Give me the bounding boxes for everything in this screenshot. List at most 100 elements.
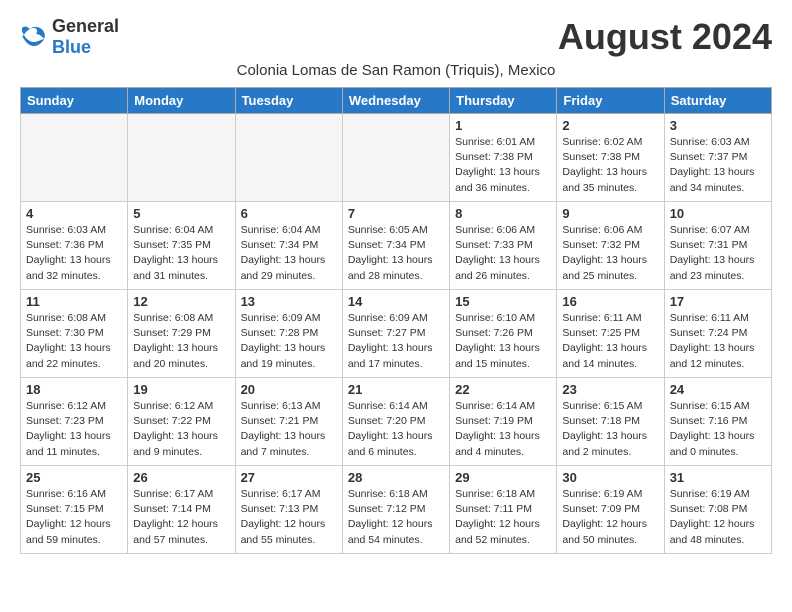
calendar-cell: 17 Sunrise: 6:11 AMSunset: 7:24 PMDayligh… (664, 290, 771, 378)
weekday-header-monday: Monday (128, 88, 235, 114)
calendar-cell: 20Sunrise: 6:13 AMSunset: 7:21 PMDayligh… (235, 378, 342, 466)
week-row-2: 4 Sunrise: 6:03 AMSunset: 7:36 PMDaylight… (21, 202, 772, 290)
day-info: Sunrise: 6:02 AMSunset: 7:38 PMDaylight:… (562, 135, 658, 196)
calendar-cell: 5 Sunrise: 6:04 AMSunset: 7:35 PMDaylight… (128, 202, 235, 290)
calendar-cell: 15Sunrise: 6:10 AMSunset: 7:26 PMDayligh… (450, 290, 557, 378)
day-info: Sunrise: 6:01 AMSunset: 7:38 PMDaylight:… (455, 135, 551, 196)
calendar-cell: 22Sunrise: 6:14 AMSunset: 7:19 PMDayligh… (450, 378, 557, 466)
day-number: 14 (348, 294, 444, 309)
day-number: 7 (348, 206, 444, 221)
calendar-table: SundayMondayTuesdayWednesdayThursdayFrid… (20, 87, 772, 554)
day-info: Sunrise: 6:15 AMSunset: 7:18 PMDaylight:… (562, 399, 658, 460)
day-number: 23 (562, 382, 658, 397)
calendar-cell: 7 Sunrise: 6:05 AMSunset: 7:34 PMDaylight… (342, 202, 449, 290)
week-row-3: 11 Sunrise: 6:08 AMSunset: 7:30 PMDayligh… (21, 290, 772, 378)
day-info: Sunrise: 6:08 AMSunset: 7:30 PMDaylight:… (26, 311, 122, 372)
day-number: 18 (26, 382, 122, 397)
calendar-cell: 30 Sunrise: 6:19 AMSunset: 7:09 PMDayligh… (557, 466, 664, 554)
calendar-cell: 16Sunrise: 6:11 AMSunset: 7:25 PMDayligh… (557, 290, 664, 378)
week-row-4: 18 Sunrise: 6:12 AMSunset: 7:23 PMDayligh… (21, 378, 772, 466)
day-number: 25 (26, 470, 122, 485)
logo-text: General Blue (52, 16, 119, 58)
day-number: 5 (133, 206, 229, 221)
day-number: 29 (455, 470, 551, 485)
calendar-cell: 19Sunrise: 6:12 AMSunset: 7:22 PMDayligh… (128, 378, 235, 466)
day-info: Sunrise: 6:19 AMSunset: 7:08 PMDaylight:… (670, 487, 766, 548)
day-number: 15 (455, 294, 551, 309)
day-number: 2 (562, 118, 658, 133)
calendar-cell: 13 Sunrise: 6:09 AMSunset: 7:28 PMDayligh… (235, 290, 342, 378)
day-info: Sunrise: 6:03 AMSunset: 7:36 PMDaylight:… (26, 223, 122, 284)
week-row-1: 1 Sunrise: 6:01 AMSunset: 7:38 PMDaylight… (21, 114, 772, 202)
calendar-cell: 6 Sunrise: 6:04 AMSunset: 7:34 PMDaylight… (235, 202, 342, 290)
day-info: Sunrise: 6:06 AMSunset: 7:33 PMDaylight:… (455, 223, 551, 284)
day-number: 11 (26, 294, 122, 309)
calendar-cell: 28Sunrise: 6:18 AMSunset: 7:12 PMDayligh… (342, 466, 449, 554)
day-info: Sunrise: 6:07 AMSunset: 7:31 PMDaylight:… (670, 223, 766, 284)
day-number: 8 (455, 206, 551, 221)
day-info: Sunrise: 6:06 AMSunset: 7:32 PMDaylight:… (562, 223, 658, 284)
calendar-cell: 27 Sunrise: 6:17 AMSunset: 7:13 PMDayligh… (235, 466, 342, 554)
day-info: Sunrise: 6:03 AMSunset: 7:37 PMDaylight:… (670, 135, 766, 196)
weekday-header-sunday: Sunday (21, 88, 128, 114)
day-info: Sunrise: 6:09 AMSunset: 7:28 PMDaylight:… (241, 311, 337, 372)
calendar-cell: 12Sunrise: 6:08 AMSunset: 7:29 PMDayligh… (128, 290, 235, 378)
calendar-cell: 26 Sunrise: 6:17 AMSunset: 7:14 PMDayligh… (128, 466, 235, 554)
page-header: General Blue August 2024 (20, 16, 772, 58)
logo-bird-icon (20, 26, 48, 48)
day-info: Sunrise: 6:11 AMSunset: 7:24 PMDaylight:… (670, 311, 766, 372)
calendar-cell: 9 Sunrise: 6:06 AMSunset: 7:32 PMDaylight… (557, 202, 664, 290)
day-info: Sunrise: 6:11 AMSunset: 7:25 PMDaylight:… (562, 311, 658, 372)
calendar-cell: 25 Sunrise: 6:16 AMSunset: 7:15 PMDayligh… (21, 466, 128, 554)
day-number: 22 (455, 382, 551, 397)
day-number: 20 (241, 382, 337, 397)
calendar-cell (128, 114, 235, 202)
day-info: Sunrise: 6:17 AMSunset: 7:14 PMDaylight:… (133, 487, 229, 548)
calendar-subtitle: Colonia Lomas de San Ramon (Triquis), Me… (20, 62, 772, 79)
calendar-cell: 21 Sunrise: 6:14 AMSunset: 7:20 PMDayligh… (342, 378, 449, 466)
calendar-cell: 29 Sunrise: 6:18 AMSunset: 7:11 PMDayligh… (450, 466, 557, 554)
day-number: 28 (348, 470, 444, 485)
day-number: 30 (562, 470, 658, 485)
calendar-cell: 2 Sunrise: 6:02 AMSunset: 7:38 PMDaylight… (557, 114, 664, 202)
calendar-cell: 11 Sunrise: 6:08 AMSunset: 7:30 PMDayligh… (21, 290, 128, 378)
weekday-header-saturday: Saturday (664, 88, 771, 114)
day-number: 13 (241, 294, 337, 309)
day-number: 6 (241, 206, 337, 221)
day-info: Sunrise: 6:19 AMSunset: 7:09 PMDaylight:… (562, 487, 658, 548)
day-info: Sunrise: 6:04 AMSunset: 7:34 PMDaylight:… (241, 223, 337, 284)
calendar-cell: 1 Sunrise: 6:01 AMSunset: 7:38 PMDaylight… (450, 114, 557, 202)
day-info: Sunrise: 6:18 AMSunset: 7:11 PMDaylight:… (455, 487, 551, 548)
day-info: Sunrise: 6:05 AMSunset: 7:34 PMDaylight:… (348, 223, 444, 284)
calendar-cell: 3Sunrise: 6:03 AMSunset: 7:37 PMDaylight… (664, 114, 771, 202)
day-number: 26 (133, 470, 229, 485)
day-number: 21 (348, 382, 444, 397)
day-number: 17 (670, 294, 766, 309)
day-info: Sunrise: 6:12 AMSunset: 7:23 PMDaylight:… (26, 399, 122, 460)
calendar-cell: 18 Sunrise: 6:12 AMSunset: 7:23 PMDayligh… (21, 378, 128, 466)
day-number: 31 (670, 470, 766, 485)
day-number: 4 (26, 206, 122, 221)
day-info: Sunrise: 6:04 AMSunset: 7:35 PMDaylight:… (133, 223, 229, 284)
day-info: Sunrise: 6:15 AMSunset: 7:16 PMDaylight:… (670, 399, 766, 460)
week-row-5: 25 Sunrise: 6:16 AMSunset: 7:15 PMDayligh… (21, 466, 772, 554)
weekday-header-thursday: Thursday (450, 88, 557, 114)
weekday-header-tuesday: Tuesday (235, 88, 342, 114)
day-number: 27 (241, 470, 337, 485)
calendar-cell: 4 Sunrise: 6:03 AMSunset: 7:36 PMDaylight… (21, 202, 128, 290)
day-number: 24 (670, 382, 766, 397)
day-info: Sunrise: 6:08 AMSunset: 7:29 PMDaylight:… (133, 311, 229, 372)
day-info: Sunrise: 6:16 AMSunset: 7:15 PMDaylight:… (26, 487, 122, 548)
day-info: Sunrise: 6:17 AMSunset: 7:13 PMDaylight:… (241, 487, 337, 548)
weekday-header-wednesday: Wednesday (342, 88, 449, 114)
month-title: August 2024 (558, 16, 772, 58)
day-number: 1 (455, 118, 551, 133)
logo: General Blue (20, 16, 119, 58)
calendar-cell: 24 Sunrise: 6:15 AMSunset: 7:16 PMDayligh… (664, 378, 771, 466)
calendar-cell (342, 114, 449, 202)
day-info: Sunrise: 6:09 AMSunset: 7:27 PMDaylight:… (348, 311, 444, 372)
logo-general: General (52, 16, 119, 36)
day-info: Sunrise: 6:14 AMSunset: 7:20 PMDaylight:… (348, 399, 444, 460)
calendar-cell: 23 Sunrise: 6:15 AMSunset: 7:18 PMDayligh… (557, 378, 664, 466)
day-number: 9 (562, 206, 658, 221)
